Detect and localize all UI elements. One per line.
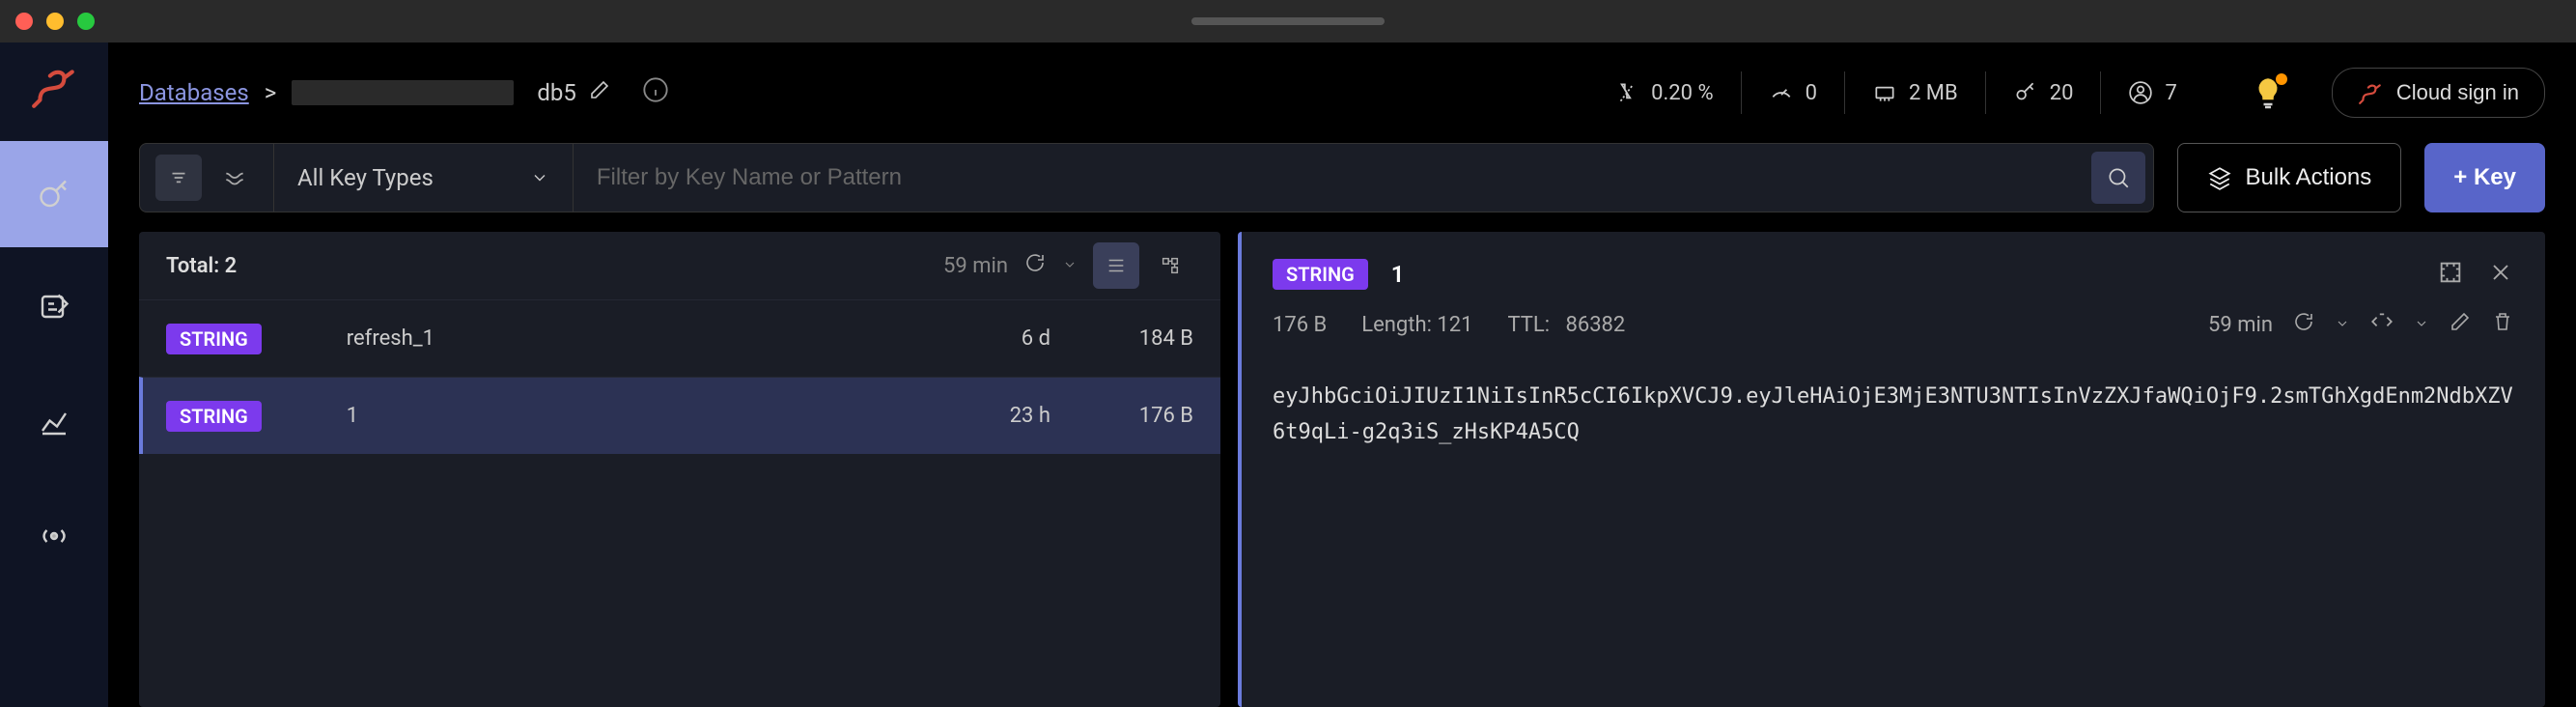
search-input[interactable] xyxy=(573,144,2084,212)
refresh-menu-chevron[interactable] xyxy=(2335,313,2350,337)
key-row[interactable]: STRING refresh_1 6 d 184 B xyxy=(139,299,1220,377)
key-size: 176 B xyxy=(1078,404,1193,428)
type-badge: STRING xyxy=(166,324,262,354)
stat-keys[interactable]: 20 xyxy=(1985,71,2101,114)
stat-clients[interactable]: 7 xyxy=(2100,71,2203,114)
content: Total: 2 59 min xyxy=(108,232,2576,707)
sidebar-item-analytics[interactable] xyxy=(0,369,108,475)
details-ttl: TTL: 86382 xyxy=(1507,313,1625,337)
sidebar-item-workbench[interactable] xyxy=(0,255,108,361)
stat-memory[interactable]: 2 MB xyxy=(1844,71,1985,114)
key-ttl: 23 h xyxy=(935,404,1050,428)
fullscreen-icon[interactable] xyxy=(2437,259,2464,290)
key-list-header: Total: 2 59 min xyxy=(139,232,1220,299)
refresh-menu-chevron[interactable] xyxy=(1062,254,1078,278)
insights-icon[interactable] xyxy=(2251,75,2285,110)
key-size: 184 B xyxy=(1078,326,1193,351)
stat-clients-value: 7 xyxy=(2165,81,2176,105)
window-controls xyxy=(15,13,95,30)
cloud-signin-label: Cloud sign in xyxy=(2396,80,2519,105)
list-refresh-age: 59 min xyxy=(943,254,1008,278)
format-icon[interactable] xyxy=(2369,309,2394,340)
breadcrumb-databases-link[interactable]: Databases xyxy=(139,79,249,106)
refresh-icon[interactable] xyxy=(2292,310,2315,339)
key-name: refresh_1 xyxy=(289,326,908,351)
tree-view-icon[interactable] xyxy=(1147,242,1193,289)
bulk-actions-button[interactable]: Bulk Actions xyxy=(2177,143,2402,212)
key-details-panel: STRING 1 176 B Length: 121 TTL: 86 xyxy=(1238,232,2545,707)
key-name: 1 xyxy=(289,404,908,428)
minimize-window-button[interactable] xyxy=(46,13,64,30)
bulk-actions-label: Bulk Actions xyxy=(2246,164,2372,191)
filter-icon[interactable] xyxy=(155,155,202,201)
close-window-button[interactable] xyxy=(15,13,33,30)
stat-cpu[interactable]: 0.20 % xyxy=(1587,71,1740,114)
add-key-button[interactable]: + Key xyxy=(2424,143,2545,212)
breadcrumb: Databases > xyxy=(139,79,514,106)
search-button[interactable] xyxy=(2091,152,2145,204)
breadcrumb-separator: > xyxy=(265,79,277,106)
ttl-label: TTL: xyxy=(1507,313,1550,337)
filter-group: All Key Types xyxy=(139,143,2154,212)
details-type-badge: STRING xyxy=(1273,259,1368,290)
cloud-signin-button[interactable]: Cloud sign in xyxy=(2332,68,2545,118)
edit-db-icon[interactable] xyxy=(588,78,611,107)
key-type-label: All Key Types xyxy=(297,164,434,191)
pattern-icon[interactable] xyxy=(211,155,258,201)
sidebar-item-pubsub[interactable] xyxy=(0,483,108,589)
maximize-window-button[interactable] xyxy=(77,13,95,30)
key-ttl: 6 d xyxy=(935,326,1050,351)
titlebar xyxy=(0,0,2576,42)
key-value: eyJhbGciOiJIUzI1NiIsInR5cCI6IkpXVCJ9.eyJ… xyxy=(1273,379,2514,451)
stat-keys-value: 20 xyxy=(2050,81,2074,105)
header-stats: 0.20 % 0 2 MB 20 7 xyxy=(1587,71,2204,114)
refresh-icon[interactable] xyxy=(1023,251,1047,280)
stat-latency-value: 0 xyxy=(1806,81,1817,105)
db-name-group: db5 xyxy=(537,76,669,109)
stat-memory-value: 2 MB xyxy=(1909,81,1958,105)
details-header: STRING 1 xyxy=(1242,232,2545,309)
view-toggle xyxy=(1093,242,1193,289)
app-shell: Databases > db5 0.20 % xyxy=(0,42,2576,707)
window-drag-handle[interactable] xyxy=(1191,17,1385,25)
stat-latency[interactable]: 0 xyxy=(1741,71,1844,114)
delete-key-icon[interactable] xyxy=(2491,310,2514,339)
key-row[interactable]: STRING 1 23 h 176 B xyxy=(139,377,1220,454)
sidebar xyxy=(0,42,108,707)
details-key-name: 1 xyxy=(1391,261,1405,288)
sidebar-item-browser[interactable] xyxy=(0,141,108,247)
db-name: db5 xyxy=(537,79,576,106)
total-count-label: Total: 2 xyxy=(166,254,237,278)
key-type-select[interactable]: All Key Types xyxy=(273,144,573,212)
details-meta: 176 B Length: 121 TTL: 86382 59 min xyxy=(1242,309,2545,363)
filter-icons xyxy=(140,144,273,212)
app-logo[interactable] xyxy=(30,62,78,110)
details-refresh-age: 59 min xyxy=(2208,313,2273,337)
toolbar: All Key Types Bulk Actions + Key xyxy=(139,143,2545,212)
details-size: 176 B xyxy=(1273,313,1327,337)
stat-cpu-value: 0.20 % xyxy=(1651,81,1713,105)
list-view-icon[interactable] xyxy=(1093,242,1139,289)
close-details-icon[interactable] xyxy=(2487,259,2514,290)
format-menu-chevron[interactable] xyxy=(2414,313,2429,337)
info-icon[interactable] xyxy=(642,76,669,109)
ttl-value: 86382 xyxy=(1565,313,1625,337)
type-badge: STRING xyxy=(166,401,262,432)
chevron-down-icon xyxy=(530,168,549,187)
main-area: Databases > db5 0.20 % xyxy=(108,42,2576,707)
header: Databases > db5 0.20 % xyxy=(108,42,2576,143)
key-list-panel: Total: 2 59 min xyxy=(139,232,1220,707)
details-length: Length: 121 xyxy=(1361,313,1472,337)
redacted-connection xyxy=(292,80,514,105)
edit-value-icon[interactable] xyxy=(2449,310,2472,339)
